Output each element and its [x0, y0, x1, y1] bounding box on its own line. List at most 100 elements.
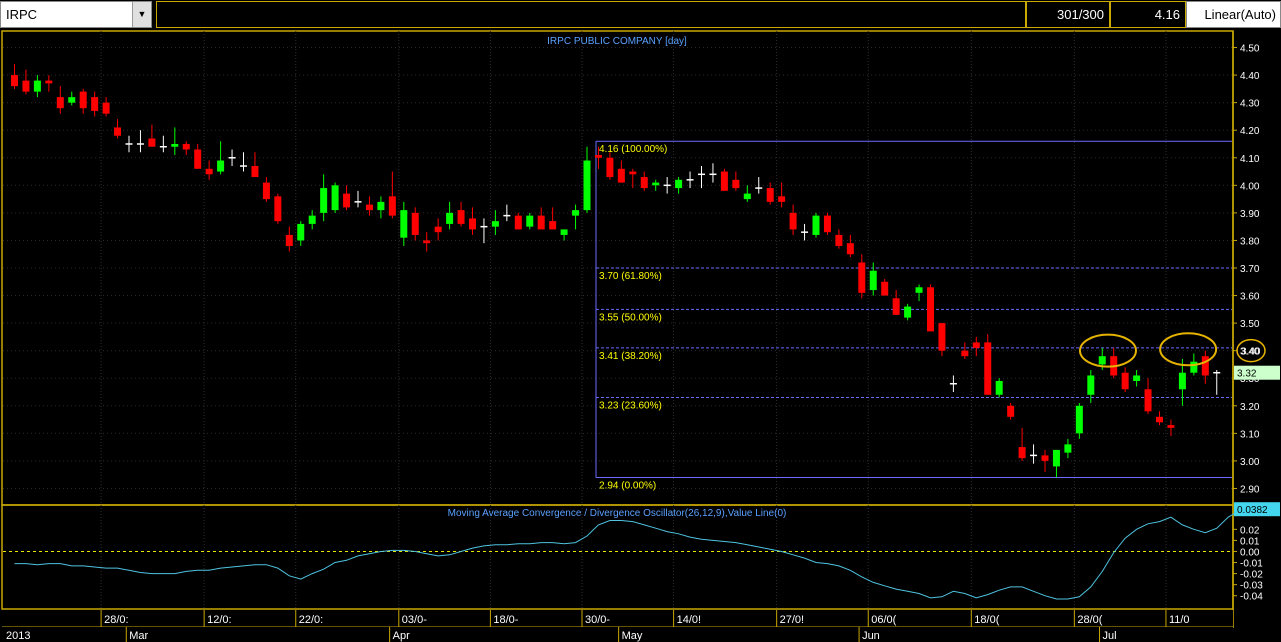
macd-series	[3, 508, 1263, 600]
chart-title: IRPC PUBLIC COMPANY [day]	[547, 36, 687, 47]
date-tick-label: 18/0(	[974, 614, 999, 626]
candle-body	[251, 166, 259, 178]
candle-body	[446, 212, 454, 224]
candle-body	[789, 212, 797, 230]
candle-body	[331, 185, 339, 211]
date-axis: 28/0: 12/0: 22/0: 03/0- 18/0- 30/0- 14/0! 27/0!…	[2, 610, 1233, 642]
macd-tick-label: -0.03	[1240, 581, 1263, 592]
date-tick-label: 03/0-	[402, 614, 427, 626]
candle-body	[469, 218, 476, 230]
candle-body	[812, 215, 820, 235]
candle-body	[56, 97, 64, 109]
macd-title: Moving Average Convergence / Divergence …	[448, 508, 787, 519]
macd-last-label: 0.0382	[1237, 505, 1268, 516]
candle-body	[961, 350, 969, 357]
macd-tick-label: -0.02	[1240, 570, 1263, 581]
candle-body	[79, 91, 87, 109]
candle-body	[594, 155, 602, 158]
macd-tick-label: 0.02	[1240, 525, 1260, 536]
macd-tick-label: -0.01	[1240, 559, 1263, 570]
candle-body	[320, 188, 328, 213]
candle-body	[1133, 375, 1141, 381]
stock-chart[interactable]: 4.16 (100.00%) 3.70 (61.80%) 3.55 (50.00%)…	[0, 0, 1281, 642]
fibonacci-level-label: 3.70 (61.80%)	[599, 271, 662, 282]
macd-tick-label: 0.00	[1240, 547, 1260, 558]
candle-body	[1167, 425, 1175, 428]
macd-axis: 0.020.010.00-0.01-0.02-0.03-0.04 0.0382	[1233, 502, 1280, 603]
price-tick-label: 4.30	[1240, 99, 1260, 110]
candle-body	[388, 196, 396, 216]
candle-body	[846, 243, 854, 255]
candle-body	[1018, 447, 1026, 459]
candle-body	[995, 380, 1003, 395]
candle-body	[194, 149, 202, 169]
candle-body	[823, 215, 831, 233]
candle-body	[91, 97, 99, 111]
candle-body	[984, 342, 992, 395]
price-tick-label: 2.90	[1240, 484, 1260, 495]
candle-body	[1064, 444, 1072, 453]
vertical-gridlines	[100, 31, 1167, 628]
month-axis-background	[2, 627, 1233, 642]
candle-body	[927, 287, 934, 332]
candle-body	[1144, 389, 1152, 412]
candle-body	[766, 188, 774, 202]
candle-body	[720, 171, 728, 191]
candle-body	[1098, 356, 1106, 365]
date-tick-label: 11/0	[1169, 614, 1190, 626]
candle-body	[549, 221, 557, 230]
candle-body	[652, 182, 660, 186]
macd-tick-label: -0.04	[1240, 592, 1263, 603]
candle-body	[1156, 416, 1163, 423]
date-tick-label: 27/0!	[780, 614, 804, 626]
candle-body	[1041, 455, 1049, 461]
candle-body	[274, 196, 282, 222]
candle-body	[491, 221, 499, 227]
candle-body	[617, 168, 625, 183]
date-tick-label: 22/0:	[299, 614, 323, 626]
price-tick-label: 3.20	[1240, 402, 1260, 413]
candle-body	[114, 127, 122, 136]
candle-body	[297, 223, 305, 241]
price-tick-label: 4.10	[1240, 154, 1260, 165]
fibonacci-retracement[interactable]: 4.16 (100.00%) 3.70 (61.80%) 3.55 (50.00%)…	[595, 140, 1232, 491]
candle-body	[881, 281, 889, 296]
candle-body	[148, 138, 156, 147]
month-label: Jun	[862, 630, 880, 642]
candle-body	[22, 80, 30, 92]
candle-body	[778, 196, 786, 202]
candle-body	[33, 80, 41, 92]
candle-body	[1007, 405, 1015, 417]
candle-body	[514, 215, 522, 230]
candle-body	[217, 160, 225, 172]
month-label: Mar	[129, 630, 148, 642]
candle-body	[640, 177, 648, 189]
candle-body	[1190, 361, 1198, 373]
candle-body	[732, 179, 740, 189]
candle-body	[434, 226, 442, 233]
candle-body	[675, 179, 683, 189]
date-tick-label: 06/0(	[871, 614, 896, 626]
date-tick-label: 14/0!	[677, 614, 701, 626]
candle-body	[1201, 356, 1209, 376]
candle-body	[583, 160, 591, 211]
price-tick-label: 4.00	[1240, 181, 1260, 192]
candle-body	[858, 262, 866, 293]
price-tick-label: 3.10	[1240, 429, 1260, 440]
candle-body	[68, 97, 76, 103]
price-tick-label: 3.80	[1240, 236, 1260, 247]
date-axis-background	[2, 610, 1233, 627]
last-price-label: 3.32	[1237, 369, 1257, 380]
candle-body	[1052, 449, 1060, 467]
candle-body	[365, 204, 373, 211]
candle-body	[915, 287, 923, 293]
fibonacci-level-label: 3.23 (23.60%)	[599, 401, 662, 412]
price-tick-label: 3.60	[1240, 292, 1260, 303]
candle-body	[972, 342, 980, 348]
price-tick-label: 4.50	[1240, 44, 1260, 55]
fibonacci-level-label: 3.55 (50.00%)	[599, 312, 662, 323]
date-tick-label: 18/0-	[493, 614, 518, 626]
candle-body	[262, 182, 270, 200]
candle-body	[205, 168, 213, 175]
candle-body	[343, 193, 351, 208]
